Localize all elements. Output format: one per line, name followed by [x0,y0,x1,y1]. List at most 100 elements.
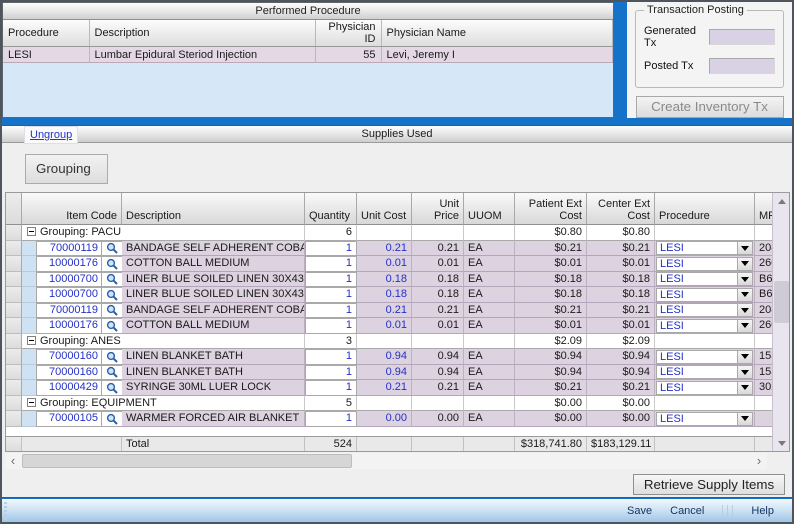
item-code-link[interactable]: 10000176 [36,256,102,272]
row-indicator[interactable] [6,334,22,350]
procedure-row[interactable]: LESI Lumbar Epidural Steriod Injection 5… [3,47,613,63]
item-code-link[interactable]: 70000105 [36,411,102,427]
item-quantity-input[interactable]: 1 [305,241,357,257]
dropdown-arrow-button[interactable] [737,242,752,254]
dropdown-arrow-button[interactable] [737,351,752,363]
scroll-down-button[interactable] [775,436,788,451]
col-header-procedure[interactable]: Procedure [3,20,89,47]
item-lookup-button[interactable] [102,318,122,334]
procedure-cell[interactable]: LESI [3,47,89,63]
procedure-dropdown[interactable]: LESI [656,365,753,379]
horizontal-scrollbar[interactable]: ‹ › [5,453,767,469]
cancel-button[interactable]: Cancel [670,505,704,517]
procedure-dropdown[interactable]: LESI [656,288,753,302]
col-header-quantity[interactable]: Quantity [305,193,357,225]
supply-item-row[interactable]: 70000160LINEN BLANKET BATH10.940.94EA$0.… [6,349,789,365]
item-lookup-button[interactable] [102,303,122,319]
item-code-link[interactable]: 70000160 [36,349,102,365]
row-indicator[interactable] [6,411,22,427]
procedure-dropdown[interactable]: LESI [656,303,753,317]
supply-item-row[interactable]: 10000700LINER BLUE SOILED LINEN 30X4310.… [6,287,789,303]
procedure-dropdown[interactable]: LESI [656,412,753,426]
item-code-link[interactable]: 10000700 [36,287,102,303]
row-indicator[interactable] [6,380,22,396]
row-indicator[interactable] [6,256,22,272]
supply-item-row[interactable]: 70000160LINEN BLANKET BATH10.940.94EA$0.… [6,365,789,381]
collapse-icon[interactable] [27,398,36,407]
scroll-right-button[interactable]: › [751,453,767,469]
row-indicator[interactable] [6,318,22,334]
procedure-description-cell[interactable]: Lumbar Epidural Steriod Injection [89,47,315,63]
item-quantity-input[interactable]: 1 [305,287,357,303]
item-quantity-input[interactable]: 1 [305,411,357,427]
item-code-link[interactable]: 70000119 [36,303,102,319]
item-lookup-button[interactable] [102,256,122,272]
supply-item-row[interactable]: 70000119BANDAGE SELF ADHERENT COBAN10.21… [6,303,789,319]
vertical-scrollbar-thumb[interactable] [774,281,789,323]
posted-tx-field[interactable] [709,58,775,74]
dropdown-arrow-button[interactable] [737,273,752,285]
item-quantity-input[interactable]: 1 [305,349,357,365]
horizontal-scrollbar-thumb[interactable] [22,454,352,468]
create-inventory-tx-button[interactable]: Create Inventory Tx [636,96,784,118]
row-indicator[interactable] [6,287,22,303]
physician-id-cell[interactable]: 55 [315,47,381,63]
row-indicator[interactable] [6,272,22,288]
row-indicator[interactable] [6,303,22,319]
procedure-dropdown[interactable]: LESI [656,272,753,286]
physician-name-cell[interactable]: Levi, Jeremy I [381,47,613,63]
row-indicator[interactable] [6,349,22,365]
scroll-left-button[interactable]: ‹ [5,453,21,469]
supply-item-row[interactable]: 10000429SYRINGE 30ML LUER LOCK10.210.21E… [6,380,789,396]
dropdown-arrow-button[interactable] [737,382,752,394]
ungroup-link[interactable]: Ungroup [30,129,72,141]
procedure-dropdown[interactable]: LESI [656,257,753,271]
item-lookup-button[interactable] [102,272,122,288]
col-header-description[interactable]: Description [89,20,315,47]
col-header-item-code[interactable]: Item Code [22,193,122,225]
procedure-dropdown[interactable]: LESI [656,350,753,364]
collapse-icon[interactable] [27,336,36,345]
item-lookup-button[interactable] [102,411,122,427]
item-code-link[interactable]: 70000160 [36,365,102,381]
dropdown-arrow-button[interactable] [737,304,752,316]
col-header-patient-ext-cost[interactable]: Patient Ext Cost [515,193,587,225]
save-button[interactable]: Save [627,505,652,517]
supply-item-row[interactable]: 10000176COTTON BALL MEDIUM10.010.01EA$0.… [6,256,789,272]
vertical-scrollbar[interactable] [772,193,789,452]
dropdown-arrow-button[interactable] [737,413,752,425]
item-code-link[interactable]: 10000176 [36,318,102,334]
item-quantity-input[interactable]: 1 [305,365,357,381]
item-quantity-input[interactable]: 1 [305,272,357,288]
col-header-uuom[interactable]: UUOM [464,193,515,225]
dropdown-arrow-button[interactable] [737,289,752,301]
item-code-link[interactable]: 10000429 [36,380,102,396]
col-header-unit-cost[interactable]: Unit Cost [357,193,412,225]
procedure-dropdown[interactable]: LESI [656,241,753,255]
procedure-dropdown[interactable]: LESI [656,381,753,395]
item-quantity-input[interactable]: 1 [305,318,357,334]
supply-item-row[interactable]: 10000176COTTON BALL MEDIUM10.010.01EA$0.… [6,318,789,334]
row-indicator[interactable] [6,396,22,412]
col-header-center-ext-cost[interactable]: Center Ext Cost [587,193,655,225]
grouping-button[interactable]: Grouping [25,154,108,184]
item-quantity-input[interactable]: 1 [305,380,357,396]
item-lookup-button[interactable] [102,349,122,365]
item-lookup-button[interactable] [102,380,122,396]
col-header-unit-price[interactable]: Unit Price [412,193,464,225]
col-header-description[interactable]: Description [122,193,305,225]
scroll-up-button[interactable] [775,194,788,209]
item-lookup-button[interactable] [102,287,122,303]
row-indicator[interactable] [6,225,22,241]
help-button[interactable]: Help [751,505,774,517]
row-indicator[interactable] [6,365,22,381]
generated-tx-field[interactable] [709,29,775,45]
supply-item-row[interactable]: 70000119BANDAGE SELF ADHERENT COBAN10.21… [6,241,789,257]
item-quantity-input[interactable]: 1 [305,303,357,319]
col-header-physician-id[interactable]: Physician ID [315,20,381,47]
col-header-procedure[interactable]: Procedure [655,193,755,225]
supply-item-row[interactable]: 70000105WARMER FORCED AIR BLANKET10.000.… [6,411,789,427]
dropdown-arrow-button[interactable] [737,366,752,378]
dropdown-arrow-button[interactable] [737,320,752,332]
dropdown-arrow-button[interactable] [737,258,752,270]
